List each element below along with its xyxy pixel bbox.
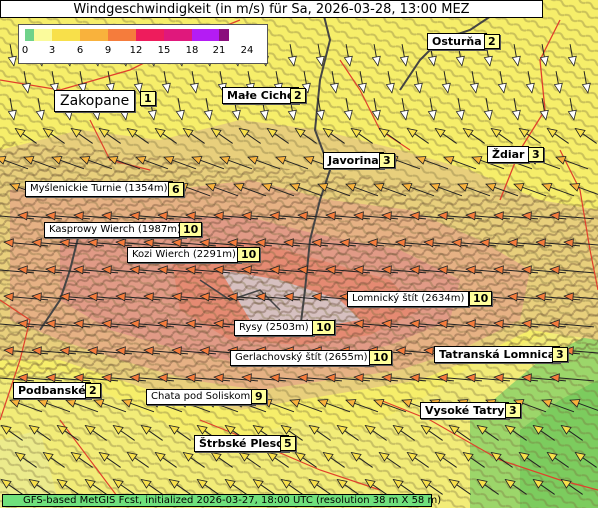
peak-name: Gerlachovský štít (2655m) bbox=[235, 352, 368, 363]
legend-swatch-7 bbox=[192, 29, 219, 41]
place-label: Tatranská Lomnica bbox=[434, 346, 561, 363]
peak-name: Kozi Wierch (2291m) bbox=[132, 249, 236, 260]
legend-swatch-0 bbox=[25, 29, 34, 41]
peak-wind-value: 10 bbox=[312, 320, 336, 335]
place-wind-value: 3 bbox=[379, 153, 395, 168]
peak-name: Rysy (2503m) bbox=[239, 322, 309, 333]
place-name: Vysoké Tatry bbox=[425, 404, 505, 417]
legend-swatch-5 bbox=[136, 29, 164, 41]
peak-label: Kasprowy Wierch (1987m) bbox=[44, 222, 186, 238]
place-wind-value: 3 bbox=[528, 147, 544, 162]
legend-tick: 3 bbox=[48, 45, 56, 56]
legend-tick: 18 bbox=[185, 45, 199, 56]
peak-wind-value: 9 bbox=[251, 389, 267, 404]
legend-swatch-8 bbox=[219, 29, 229, 41]
place-name: Tatranská Lomnica bbox=[439, 348, 556, 361]
place-label: Štrbské Pleso bbox=[194, 435, 289, 452]
legend-tick: 21 bbox=[212, 45, 226, 56]
peak-wind-value: 10 bbox=[469, 291, 493, 306]
place-wind-value: 1 bbox=[140, 91, 156, 106]
peak-wind-value: 10 bbox=[237, 247, 261, 262]
peak-wind-value: 10 bbox=[179, 222, 203, 237]
place-label: Małe Ciche bbox=[222, 87, 300, 104]
peak-name: Lomnický štít (2634m) bbox=[352, 293, 465, 304]
legend-tick: 0 bbox=[21, 45, 29, 56]
peak-wind-value: 10 bbox=[369, 350, 393, 365]
place-wind-value: 3 bbox=[505, 403, 521, 418]
place-wind-value: 2 bbox=[484, 34, 500, 49]
peak-label: Kozi Wierch (2291m) bbox=[127, 247, 241, 263]
terrain-layer bbox=[0, 0, 598, 508]
place-wind-value: 2 bbox=[290, 88, 306, 103]
wind-map: Windgeschwindigkeit (in m/s) für Sa, 202… bbox=[0, 0, 598, 508]
peak-label: Chata pod Soliskom bbox=[146, 389, 256, 405]
legend-swatch-4 bbox=[108, 29, 136, 41]
peak-name: Myślenickie Turnie (1354m) bbox=[30, 183, 168, 194]
place-label: Osturňa bbox=[427, 33, 487, 50]
place-label: Vysoké Tatry bbox=[420, 402, 510, 419]
peak-label: Myślenickie Turnie (1354m) bbox=[25, 181, 173, 197]
legend-tick: 24 bbox=[240, 45, 254, 56]
legend-swatch-3 bbox=[80, 29, 108, 41]
place-name: Małe Ciche bbox=[227, 89, 295, 102]
peak-name: Kasprowy Wierch (1987m) bbox=[49, 224, 181, 235]
legend-tick: 15 bbox=[157, 45, 171, 56]
legend-tick: 9 bbox=[104, 45, 112, 56]
place-label: Podbanské bbox=[13, 382, 91, 399]
place-label: Javorina bbox=[323, 152, 384, 169]
peak-label: Lomnický štít (2634m) bbox=[347, 291, 470, 307]
place-label: Zakopane bbox=[54, 90, 136, 112]
peak-label: Rysy (2503m) bbox=[234, 320, 314, 336]
place-name: Podbanské bbox=[18, 384, 86, 397]
legend-swatch-1 bbox=[34, 29, 52, 41]
legend-color-bar bbox=[25, 29, 229, 41]
place-wind-value: 2 bbox=[85, 383, 101, 398]
place-name: Zakopane bbox=[60, 93, 130, 109]
legend-swatch-2 bbox=[52, 29, 80, 41]
wind-speed-legend: 0 3 6 9 12 15 18 21 24 bbox=[18, 24, 268, 64]
legend-swatch-6 bbox=[164, 29, 192, 41]
peak-wind-value: 6 bbox=[168, 182, 184, 197]
place-wind-value: 3 bbox=[552, 347, 568, 362]
legend-tick: 6 bbox=[76, 45, 84, 56]
map-title: Windgeschwindigkeit (in m/s) für Sa, 202… bbox=[0, 0, 543, 18]
place-name: Osturňa bbox=[432, 35, 482, 48]
forecast-footer: GFS-based MetGIS Fcst, initialized 2026-… bbox=[2, 494, 441, 507]
place-name: Štrbské Pleso bbox=[199, 437, 284, 450]
place-wind-value: 5 bbox=[280, 436, 296, 451]
place-name: Javorina bbox=[328, 154, 379, 167]
peak-label: Gerlachovský štít (2655m) bbox=[230, 350, 373, 366]
place-name: Ždiar bbox=[492, 148, 525, 161]
place-label: Ždiar bbox=[487, 146, 530, 163]
peak-name: Chata pod Soliskom bbox=[151, 391, 251, 402]
legend-tick: 12 bbox=[129, 45, 143, 56]
